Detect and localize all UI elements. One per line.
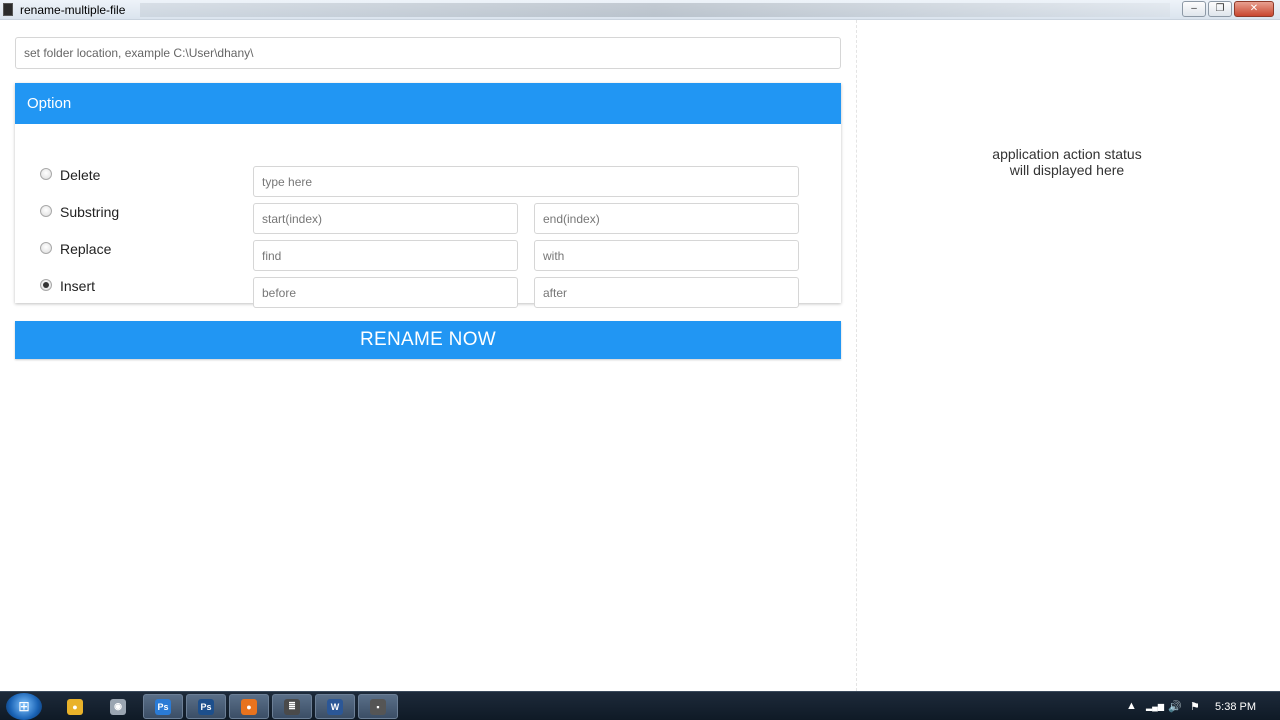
window-controls: – ❐ ✕ [1182,1,1274,17]
main-panel: Option Delete Substring Replace Insert [0,20,856,691]
insert-radio[interactable] [40,279,52,291]
firefox-icon: ● [241,698,257,715]
app-window-icon: ▪ [370,698,386,715]
replace-radio[interactable] [40,242,52,254]
taskbar-app-button[interactable]: ● [229,694,269,719]
status-message: application action status will displayed… [947,146,1187,178]
status-line-1: application action status [992,146,1142,162]
taskbar: ⊞ ● ◉ Ps Ps ● ≣ W ▪ ▲ ▂▄▆ 🔊 ⚑ 5:38 PM [0,691,1280,720]
delete-label: Delete [60,167,101,183]
option-row-insert: Insert [15,257,841,308]
insert-label: Insert [60,278,96,294]
clock[interactable]: 5:38 PM [1215,701,1256,713]
windows-start-icon[interactable]: ⊞ [6,693,42,720]
signal-icon[interactable]: ▂▄▆ [1146,702,1164,711]
taskbar-app-button[interactable]: W [315,694,355,719]
up-arrow-icon[interactable]: ▲ [1126,700,1137,712]
sublime-text-icon: ≣ [284,698,300,715]
rename-now-button[interactable]: RENAME NOW [15,321,841,359]
title-bar: rename-multiple-file – ❐ ✕ [0,0,1280,20]
taskbar-app-button[interactable]: ▪ [358,694,398,719]
taskbar-app-button[interactable]: Ps [143,694,183,719]
folder-location-input[interactable] [15,37,841,69]
minimize-button[interactable]: – [1182,1,1206,17]
flag-icon[interactable]: ⚑ [1190,700,1200,713]
substring-label: Substring [60,204,120,220]
background-window-strip [140,3,1170,17]
word-icon: W [327,698,343,715]
app-icon [3,3,13,16]
camera-icon: ◉ [110,698,126,715]
insert-after-field[interactable] [534,277,799,308]
taskbar-app-button[interactable]: ● [55,694,95,719]
photoshop-icon: Ps [155,698,171,715]
option-card: Option Delete Substring Replace Insert [15,83,841,308]
taskbar-app-button[interactable]: ◉ [98,694,138,719]
system-tray: ▲ ▂▄▆ 🔊 ⚑ 5:38 PM [1110,692,1280,720]
option-header: Option [15,83,841,124]
maximize-button[interactable]: ❐ [1208,1,1232,17]
status-line-2: will displayed here [1009,162,1125,178]
taskbar-app-button[interactable]: Ps [186,694,226,719]
delete-radio[interactable] [40,168,52,180]
taskbar-app-button[interactable]: ≣ [272,694,312,719]
option-row-substring: Substring [15,183,841,234]
window-title: rename-multiple-file [20,3,126,17]
volume-icon[interactable]: 🔊 [1168,700,1182,713]
photoshop-icon-2: Ps [198,698,214,715]
insert-before-field[interactable] [253,277,518,308]
option-row-replace: Replace [15,220,841,271]
substring-radio[interactable] [40,205,52,217]
close-button[interactable]: ✕ [1234,1,1274,17]
chrome-icon: ● [67,698,83,715]
replace-label: Replace [60,241,112,257]
status-panel: application action status will displayed… [856,20,1280,691]
option-row-delete: Delete [15,146,841,197]
